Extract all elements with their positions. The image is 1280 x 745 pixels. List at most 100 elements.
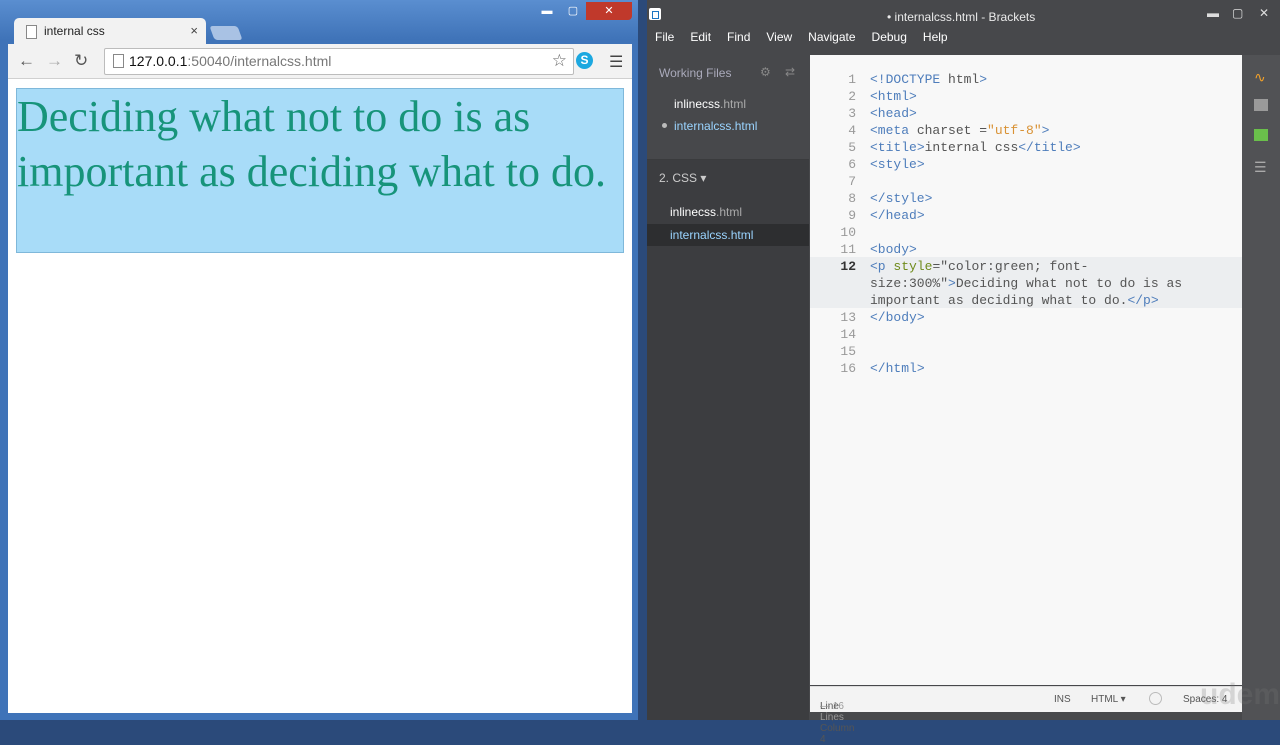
menu-file[interactable]: File bbox=[655, 30, 674, 50]
code-text: <title>internal css</title> bbox=[870, 140, 1081, 155]
live-preview-icon[interactable]: ∿ bbox=[1254, 69, 1268, 85]
split-view-icon[interactable]: ⇄ bbox=[785, 65, 795, 79]
line-number: 12 bbox=[840, 259, 856, 274]
editor-title-bar: • internalcss.html - Brackets ▬ ▢ ✕ bbox=[647, 0, 1280, 30]
close-window-button[interactable]: ✕ bbox=[586, 2, 632, 20]
back-icon[interactable]: ← bbox=[18, 51, 35, 71]
menu-view[interactable]: View bbox=[766, 30, 792, 50]
close-window-button[interactable]: ✕ bbox=[1259, 6, 1269, 20]
code-line[interactable]: 11 <body> bbox=[810, 241, 1242, 258]
code-line[interactable]: 1 <!DOCTYPE html> bbox=[810, 71, 1242, 88]
code-text: <meta charset ="utf-8"> bbox=[870, 123, 1050, 138]
code-text: <head> bbox=[870, 106, 917, 121]
tab-close-icon[interactable]: × bbox=[190, 23, 198, 38]
skype-icon[interactable]: S bbox=[576, 52, 593, 69]
code-line[interactable]: 13 </body> bbox=[810, 309, 1242, 326]
line-number: 2 bbox=[848, 89, 856, 104]
line-number: 13 bbox=[840, 310, 856, 325]
extension-manager-icon[interactable] bbox=[1254, 99, 1268, 111]
browser-window: ▬ ▢ ✕ internal css × ← → ↻ 127.0.0.1:500… bbox=[0, 0, 638, 720]
new-tab-button[interactable] bbox=[209, 26, 243, 40]
address-bar[interactable]: 127.0.0.1:50040/internalcss.html ☆ bbox=[104, 48, 574, 75]
unsaved-dot-icon bbox=[662, 123, 667, 128]
code-line[interactable]: 8 </style> bbox=[810, 190, 1242, 207]
line-number: 15 bbox=[840, 344, 856, 359]
line-number: 3 bbox=[848, 106, 856, 121]
line-number: 4 bbox=[848, 123, 856, 138]
code-line[interactable]: 3 <head> bbox=[810, 105, 1242, 122]
line-number: 10 bbox=[840, 225, 856, 240]
code-line[interactable]: important as deciding what to do.</p> bbox=[810, 292, 1242, 309]
menu-bar: File Edit Find View Navigate Debug Help bbox=[647, 30, 948, 50]
code-text: <style> bbox=[870, 157, 925, 172]
menu-icon[interactable]: ☰ bbox=[609, 52, 623, 72]
code-line[interactable]: 15 bbox=[810, 343, 1242, 360]
working-files-header: Working Files bbox=[659, 66, 732, 80]
code-line[interactable]: 6 <style> bbox=[810, 156, 1242, 173]
line-number: 6 bbox=[848, 157, 856, 172]
window-title: • internalcss.html - Brackets bbox=[887, 10, 1036, 24]
paragraph-text: Deciding what not to do is as important … bbox=[16, 88, 624, 253]
code-text: <!DOCTYPE html> bbox=[870, 72, 988, 87]
minimize-button[interactable]: ▬ bbox=[534, 2, 560, 20]
linter-status-icon[interactable] bbox=[1149, 692, 1162, 705]
page-viewport: Deciding what not to do is as important … bbox=[8, 79, 632, 713]
bookmark-star-icon[interactable]: ☆ bbox=[552, 51, 567, 71]
project-file-item[interactable]: internalcss.html bbox=[647, 224, 809, 246]
project-panel: 2. CSS ▾ inlinecss.html internalcss.html bbox=[647, 160, 809, 720]
code-line[interactable]: 9 </head> bbox=[810, 207, 1242, 224]
code-line[interactable]: size:300%">Deciding what not to do is as bbox=[810, 275, 1242, 292]
status-bar: Line 12, Column 4 — 16 Lines INS HTML ▾ … bbox=[810, 686, 1242, 745]
working-file-item[interactable]: internalcss.html bbox=[647, 115, 809, 137]
menu-help[interactable]: Help bbox=[923, 30, 948, 50]
language-select[interactable]: HTML ▾ bbox=[1091, 694, 1126, 705]
code-line[interactable]: 16 </html> bbox=[810, 360, 1242, 377]
tab-title: internal css bbox=[44, 24, 105, 38]
line-number: 11 bbox=[840, 242, 856, 257]
forward-icon[interactable]: → bbox=[46, 51, 63, 71]
extension-icon[interactable] bbox=[1254, 129, 1268, 141]
project-file-item[interactable]: inlinecss.html bbox=[647, 201, 809, 223]
code-line[interactable]: 2 <html> bbox=[810, 88, 1242, 105]
brackets-window: • internalcss.html - Brackets ▬ ▢ ✕ File… bbox=[647, 0, 1280, 745]
line-number: 8 bbox=[848, 191, 856, 206]
minimize-button[interactable]: ▬ bbox=[1207, 6, 1219, 20]
insert-mode[interactable]: INS bbox=[1054, 694, 1071, 705]
right-toolbar: ∿ ☰ bbox=[1242, 55, 1280, 720]
project-dropdown[interactable]: 2. CSS ▾ bbox=[659, 171, 706, 185]
code-line[interactable]: 12 <p style="color:green; font- bbox=[810, 258, 1242, 275]
code-line[interactable]: 4 <meta charset ="utf-8"> bbox=[810, 122, 1242, 139]
maximize-button[interactable]: ▢ bbox=[560, 2, 586, 20]
menu-debug[interactable]: Debug bbox=[872, 30, 907, 50]
code-line[interactable]: 10 bbox=[810, 224, 1242, 241]
line-number: 1 bbox=[848, 72, 856, 87]
code-editor[interactable]: 1 <!DOCTYPE html> 2 <html> 3 <head> 4 <meta cha… bbox=[810, 55, 1242, 685]
maximize-button[interactable]: ▢ bbox=[1232, 6, 1243, 20]
gear-icon[interactable]: ⚙ bbox=[760, 65, 771, 79]
code-line[interactable]: 7 bbox=[810, 173, 1242, 190]
sidebar: Working Files ⚙ ⇄ inlinecss.html interna… bbox=[647, 55, 809, 720]
working-file-item[interactable]: inlinecss.html bbox=[647, 93, 809, 115]
line-number: 14 bbox=[840, 327, 856, 342]
url-text[interactable]: 127.0.0.1:50040/internalcss.html bbox=[129, 53, 331, 69]
browser-tab[interactable]: internal css × bbox=[14, 18, 206, 44]
layers-icon[interactable]: ☰ bbox=[1254, 159, 1268, 175]
browser-toolbar: ← → ↻ 127.0.0.1:50040/internalcss.html ☆… bbox=[8, 44, 632, 79]
menu-find[interactable]: Find bbox=[727, 30, 750, 50]
line-number: 5 bbox=[848, 140, 856, 155]
line-number: 9 bbox=[848, 208, 856, 223]
code-line[interactable]: 5 <title>internal css</title> bbox=[810, 139, 1242, 156]
line-number: 16 bbox=[840, 361, 856, 376]
reload-icon[interactable]: ↻ bbox=[74, 51, 88, 71]
brackets-logo-icon bbox=[649, 8, 661, 20]
code-line[interactable]: 14 bbox=[810, 326, 1242, 343]
line-number: 7 bbox=[848, 174, 856, 189]
code-text: <body> bbox=[870, 242, 917, 257]
page-icon bbox=[113, 54, 124, 68]
menu-edit[interactable]: Edit bbox=[690, 30, 711, 50]
code-text: </style> bbox=[870, 191, 933, 206]
code-text: </head> bbox=[870, 208, 925, 223]
menu-navigate[interactable]: Navigate bbox=[808, 30, 855, 50]
code-text: size:300%">Deciding what not to do is as bbox=[870, 276, 1183, 291]
window-controls: ▬ ▢ ✕ bbox=[534, 2, 632, 20]
